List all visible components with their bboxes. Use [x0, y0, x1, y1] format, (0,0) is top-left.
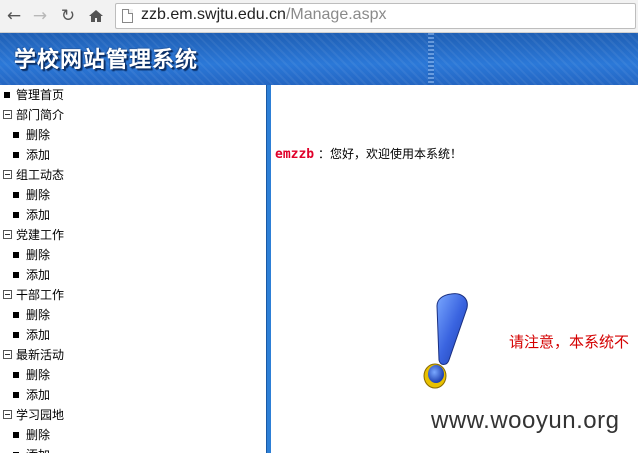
url-path: /Manage.aspx — [285, 6, 387, 23]
arrow-left-icon: ← — [6, 5, 22, 26]
sidebar: 管理首页 部门简介 删除 添加 组工动态 删除 添加 党建工作 删除 添加 干部… — [0, 85, 266, 453]
collapse-icon[interactable] — [3, 290, 12, 299]
sidebar-item-add[interactable]: 添加 — [0, 145, 266, 165]
page-icon — [122, 9, 133, 23]
reload-icon: ↻ — [60, 5, 76, 26]
sidebar-item-delete[interactable]: 删除 — [0, 305, 266, 325]
url-text[interactable]: zzb.em.swjtu.edu.cn/Manage.aspx — [141, 6, 386, 24]
square-bullet-icon — [13, 192, 19, 198]
arrow-right-icon: → — [32, 5, 48, 26]
url-host: zzb.em.swjtu.edu.cn — [141, 6, 286, 23]
sidebar-item-delete[interactable]: 删除 — [0, 185, 266, 205]
square-bullet-icon — [13, 152, 19, 158]
sidebar-item-delete[interactable]: 删除 — [0, 425, 266, 445]
collapse-icon[interactable] — [3, 350, 12, 359]
home-button[interactable] — [86, 6, 106, 26]
sidebar-item-add[interactable]: 添加 — [0, 445, 266, 453]
sidebar-item-home[interactable]: 管理首页 — [0, 85, 266, 105]
sidebar-group-dept-intro[interactable]: 部门简介 — [0, 105, 266, 125]
sidebar-item-delete[interactable]: 删除 — [0, 125, 266, 145]
browser-toolbar: ← → ↻ zzb.em.swjtu.edu.cn/Manage.aspx — [0, 0, 638, 33]
sidebar-item-delete[interactable]: 删除 — [0, 365, 266, 385]
collapse-icon[interactable] — [3, 410, 12, 419]
sidebar-group-org-news[interactable]: 组工动态 — [0, 165, 266, 185]
username: emzzb — [275, 147, 315, 162]
square-bullet-icon — [13, 252, 19, 258]
square-bullet-icon — [13, 212, 19, 218]
banner-divider — [428, 33, 434, 85]
sidebar-menu: 管理首页 部门简介 删除 添加 组工动态 删除 添加 党建工作 删除 添加 干部… — [0, 85, 266, 453]
square-bullet-icon — [13, 432, 19, 438]
sidebar-item-add[interactable]: 添加 — [0, 385, 266, 405]
exclamation-icon — [423, 293, 468, 389]
collapse-icon[interactable] — [3, 230, 12, 239]
main-content: emzzb ：您好，欢迎使用本系统！ 请注意，本系统不 www.wooyun.o… — [271, 85, 638, 453]
site-title: 学校网站管理系统 — [14, 47, 199, 73]
sidebar-item-add[interactable]: 添加 — [0, 325, 266, 345]
square-bullet-icon — [13, 132, 19, 138]
welcome-message: emzzb ：您好，欢迎使用本系统！ — [275, 145, 462, 162]
welcome-text: ：您好，欢迎使用本系统！ — [314, 147, 462, 161]
sidebar-item-add[interactable]: 添加 — [0, 265, 266, 285]
sidebar-group-cadre-work[interactable]: 干部工作 — [0, 285, 266, 305]
home-icon — [89, 10, 103, 22]
square-bullet-icon — [13, 272, 19, 278]
square-bullet-icon — [4, 92, 10, 98]
site-banner: 学校网站管理系统 — [0, 33, 638, 85]
sidebar-item-delete[interactable]: 删除 — [0, 245, 266, 265]
address-bar[interactable]: zzb.em.swjtu.edu.cn/Manage.aspx — [115, 3, 636, 29]
sidebar-group-party-work[interactable]: 党建工作 — [0, 225, 266, 245]
collapse-icon[interactable] — [3, 170, 12, 179]
collapse-icon[interactable] — [3, 110, 12, 119]
sidebar-group-study-garden[interactable]: 学习园地 — [0, 405, 266, 425]
reload-button[interactable]: ↻ — [58, 6, 78, 26]
watermark: www.wooyun.org — [431, 407, 620, 434]
forward-button[interactable]: → — [30, 6, 50, 26]
square-bullet-icon — [13, 392, 19, 398]
sidebar-item-add[interactable]: 添加 — [0, 205, 266, 225]
back-button[interactable]: ← — [4, 6, 24, 26]
square-bullet-icon — [13, 312, 19, 318]
square-bullet-icon — [13, 332, 19, 338]
sidebar-group-latest-events[interactable]: 最新活动 — [0, 345, 266, 365]
notice-text: 请注意，本系统不 — [509, 333, 630, 351]
square-bullet-icon — [13, 372, 19, 378]
